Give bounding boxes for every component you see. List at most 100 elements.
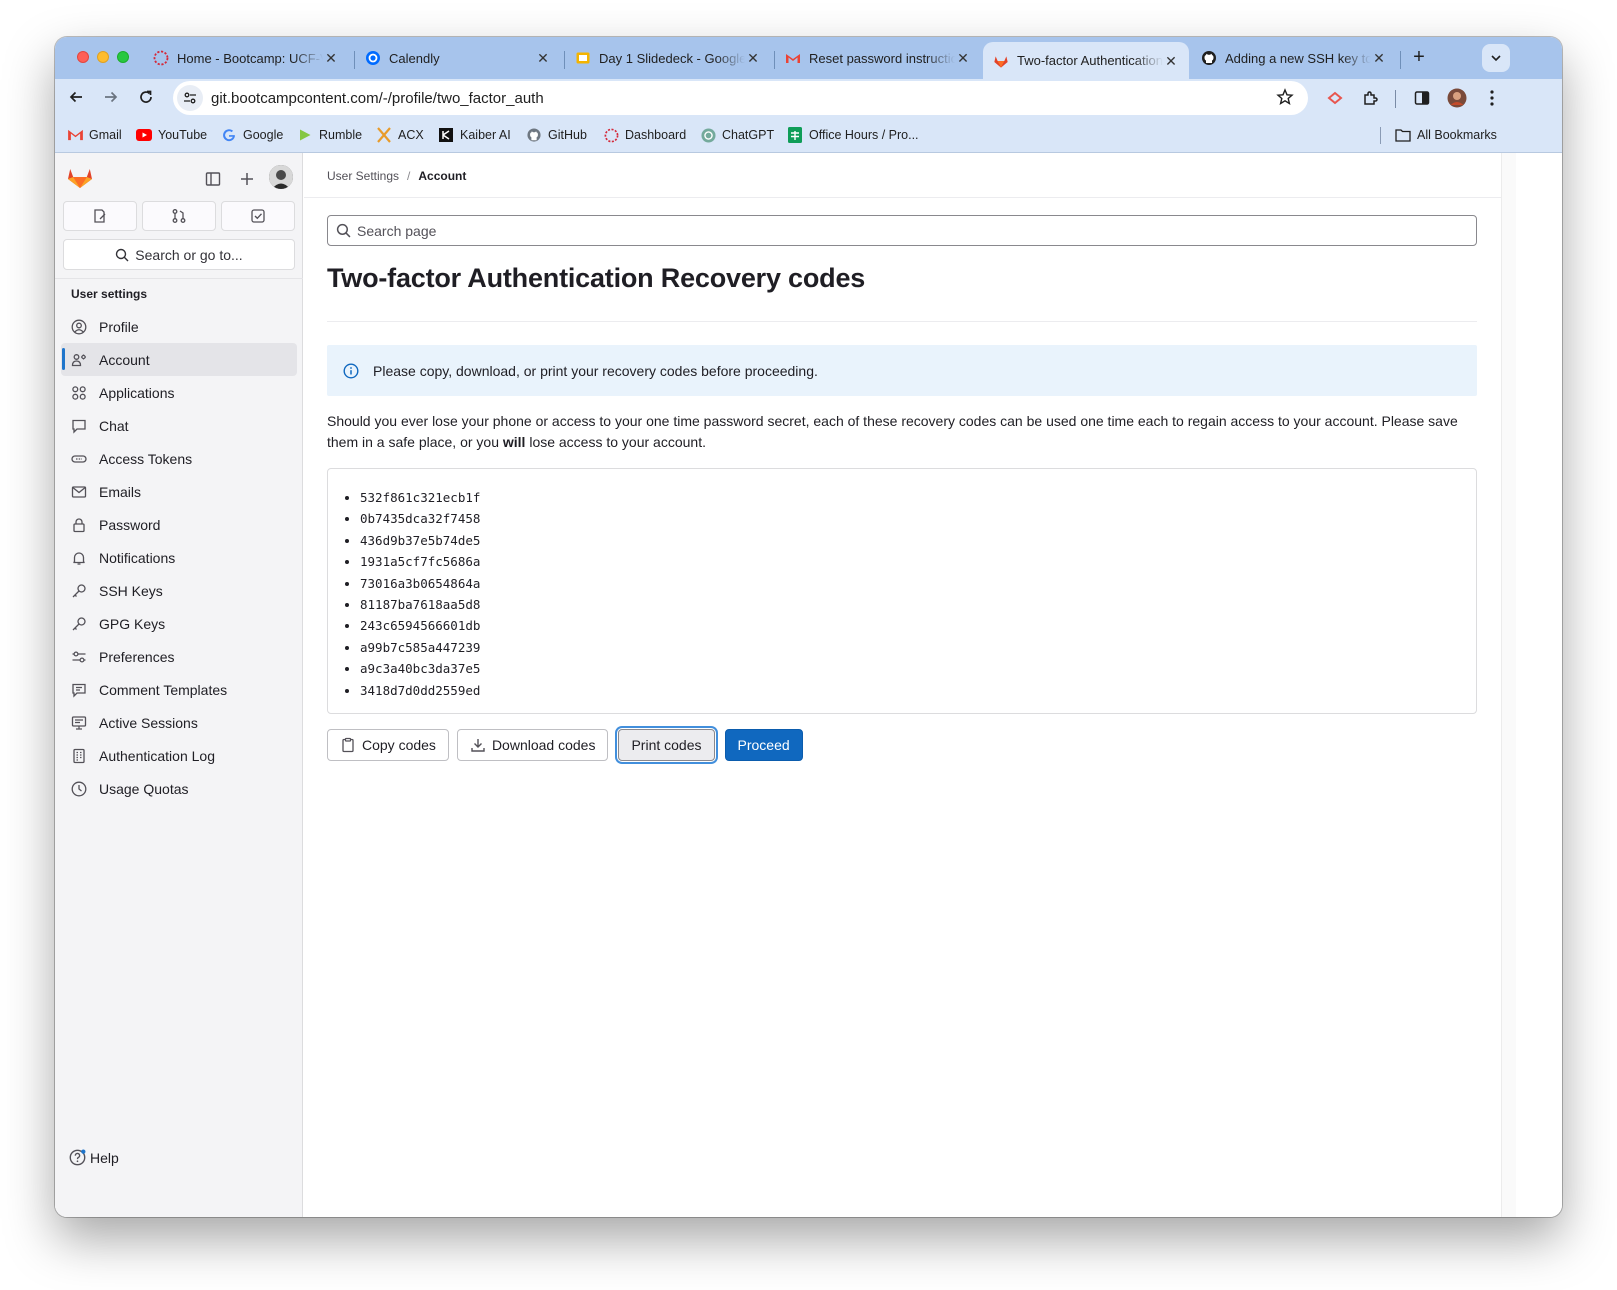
sidebar-item-applications[interactable]: Applications xyxy=(61,376,297,409)
github-icon xyxy=(1201,50,1217,66)
extension-red-icon[interactable] xyxy=(1323,86,1347,110)
sidebar-item-authentication-log[interactable]: Authentication Log xyxy=(61,739,297,772)
browser-tab[interactable]: Reset password instructions ✕ xyxy=(775,42,981,74)
bookmark-dashboard[interactable]: Dashboard xyxy=(603,126,686,144)
sidebar-item-account[interactable]: Account xyxy=(61,343,297,376)
bookmark-google[interactable]: Google xyxy=(221,126,283,144)
address-bar[interactable]: git.bootcampcontent.com/-/profile/two_fa… xyxy=(173,81,1308,115)
sidebar-toggle-icon[interactable] xyxy=(201,167,225,191)
proceed-button[interactable]: Proceed xyxy=(724,729,803,761)
sidebar-item-profile[interactable]: Profile xyxy=(61,310,297,343)
sidebar-item-usage-quotas[interactable]: Usage Quotas xyxy=(61,772,297,805)
breadcrumb-user-settings[interactable]: User Settings xyxy=(327,169,399,183)
recovery-code: 1931a5cf7fc5686a xyxy=(360,551,480,572)
browser-tab[interactable]: Day 1 Slidedeck - Google Slides ✕ xyxy=(565,42,771,74)
forward-button[interactable] xyxy=(97,83,125,111)
bookmarks-bar: Gmail YouTube Google Rumble ACX Kaiber A… xyxy=(55,117,1562,153)
sidebar-item-ssh-keys[interactable]: SSH Keys xyxy=(61,574,297,607)
close-tab-icon[interactable]: ✕ xyxy=(955,50,971,66)
print-codes-button[interactable]: Print codes xyxy=(618,729,715,761)
issues-button[interactable] xyxy=(63,201,137,231)
info-icon xyxy=(343,362,359,379)
sidebar-item-active-sessions[interactable]: Active Sessions xyxy=(61,706,297,739)
new-tab-button[interactable]: + xyxy=(1407,46,1431,70)
sidebar-item-password[interactable]: Password xyxy=(61,508,297,541)
bookmark-office-hours[interactable]: Office Hours / Pro... xyxy=(787,126,919,144)
browser-tab-active[interactable]: Two-factor Authentication ✕ xyxy=(983,42,1189,79)
sidebar-item-preferences[interactable]: Preferences xyxy=(61,640,297,673)
kaiber-icon xyxy=(438,127,454,143)
tab-search-button[interactable] xyxy=(1482,44,1510,72)
scrollbar[interactable] xyxy=(1501,153,1516,1217)
bookmark-github[interactable]: GitHub xyxy=(526,126,587,144)
settings-nav: Profile Account Applications Chat Access… xyxy=(61,310,297,805)
log-icon xyxy=(71,748,87,764)
main-content: User Settings / Account Two-factor Authe… xyxy=(304,153,1501,1217)
quota-icon xyxy=(71,781,87,797)
close-tab-icon[interactable]: ✕ xyxy=(1371,50,1387,66)
maximize-window-button[interactable] xyxy=(117,51,129,63)
reload-button[interactable] xyxy=(132,83,160,111)
search-icon xyxy=(116,248,129,261)
arrow-left-icon xyxy=(69,91,82,103)
minimize-window-button[interactable] xyxy=(97,51,109,63)
page-title: Two-factor Authentication Recovery codes xyxy=(327,263,866,293)
download-codes-button[interactable]: Download codes xyxy=(456,729,609,761)
sidebar-item-emails[interactable]: Emails xyxy=(61,475,297,508)
close-tab-icon[interactable]: ✕ xyxy=(1163,53,1179,69)
side-panel-icon[interactable] xyxy=(1410,86,1434,110)
tab-title: Adding a new SSH key to xyxy=(1225,50,1371,66)
breadcrumb-account[interactable]: Account xyxy=(418,169,466,183)
bookmark-kaiber[interactable]: Kaiber AI xyxy=(438,126,511,144)
browser-tab[interactable]: Adding a new SSH key to ✕ xyxy=(1191,42,1397,74)
browser-window: Home - Bootcamp: UCF-VIRT-CYBER ✕ Calend… xyxy=(55,37,1562,1217)
profile-avatar-icon[interactable] xyxy=(1445,86,1469,110)
profile-icon xyxy=(71,319,87,335)
bookmark-star-icon[interactable] xyxy=(1276,88,1294,111)
close-tab-icon[interactable]: ✕ xyxy=(745,50,761,66)
sidebar-item-notifications[interactable]: Notifications xyxy=(61,541,297,574)
copy-codes-button[interactable]: Copy codes xyxy=(327,729,449,761)
todos-button[interactable] xyxy=(221,201,295,231)
user-avatar[interactable] xyxy=(269,165,293,189)
preferences-icon xyxy=(71,649,87,665)
close-tab-icon[interactable]: ✕ xyxy=(535,50,551,66)
back-button[interactable] xyxy=(62,83,90,111)
help-button[interactable]: Help xyxy=(69,1149,119,1166)
sidebar-item-gpg-keys[interactable]: GPG Keys xyxy=(61,607,297,640)
extensions-puzzle-icon[interactable] xyxy=(1359,86,1383,110)
github-icon xyxy=(526,127,542,143)
browser-tab[interactable]: Home - Bootcamp: UCF-VIRT-CYBER ✕ xyxy=(143,42,349,74)
merge-requests-button[interactable] xyxy=(142,201,216,231)
sheets-icon xyxy=(787,127,803,143)
sidebar-item-chat[interactable]: Chat xyxy=(61,409,297,442)
recovery-code: 3418d7d0dd2559ed xyxy=(360,680,480,701)
recovery-code: 0b7435dca32f7458 xyxy=(360,508,480,529)
sidebar-item-comment-templates[interactable]: Comment Templates xyxy=(61,673,297,706)
bookmark-gmail[interactable]: Gmail xyxy=(67,126,122,144)
recovery-code: 73016a3b0654864a xyxy=(360,573,480,594)
bookmark-acx[interactable]: ACX xyxy=(376,126,424,144)
breadcrumb: User Settings / Account xyxy=(327,169,466,183)
browser-tab[interactable]: Calendly ✕ xyxy=(355,42,561,74)
site-settings-icon[interactable] xyxy=(177,85,203,111)
help-icon xyxy=(69,1149,86,1166)
gitlab-logo-icon[interactable] xyxy=(67,165,93,194)
recovery-code: 81187ba7618aa5d8 xyxy=(360,594,480,615)
close-tab-icon[interactable]: ✕ xyxy=(323,50,339,66)
key-icon xyxy=(71,583,87,599)
search-page-input[interactable] xyxy=(357,222,1457,239)
bookmark-youtube[interactable]: YouTube xyxy=(136,126,207,144)
sidebar-item-access-tokens[interactable]: Access Tokens xyxy=(61,442,297,475)
create-new-icon[interactable] xyxy=(235,167,259,191)
all-bookmarks-button[interactable]: All Bookmarks xyxy=(1395,126,1497,144)
google-slides-icon xyxy=(575,50,591,66)
browser-menu-icon[interactable] xyxy=(1480,86,1504,110)
close-window-button[interactable] xyxy=(77,51,89,63)
token-icon xyxy=(71,451,87,467)
search-or-go-to-button[interactable]: Search or go to... xyxy=(63,239,295,270)
bookmark-rumble[interactable]: Rumble xyxy=(297,126,362,144)
bookmark-chatgpt[interactable]: ChatGPT xyxy=(700,126,774,144)
monitor-icon xyxy=(71,715,87,731)
search-page-field[interactable] xyxy=(327,215,1477,246)
